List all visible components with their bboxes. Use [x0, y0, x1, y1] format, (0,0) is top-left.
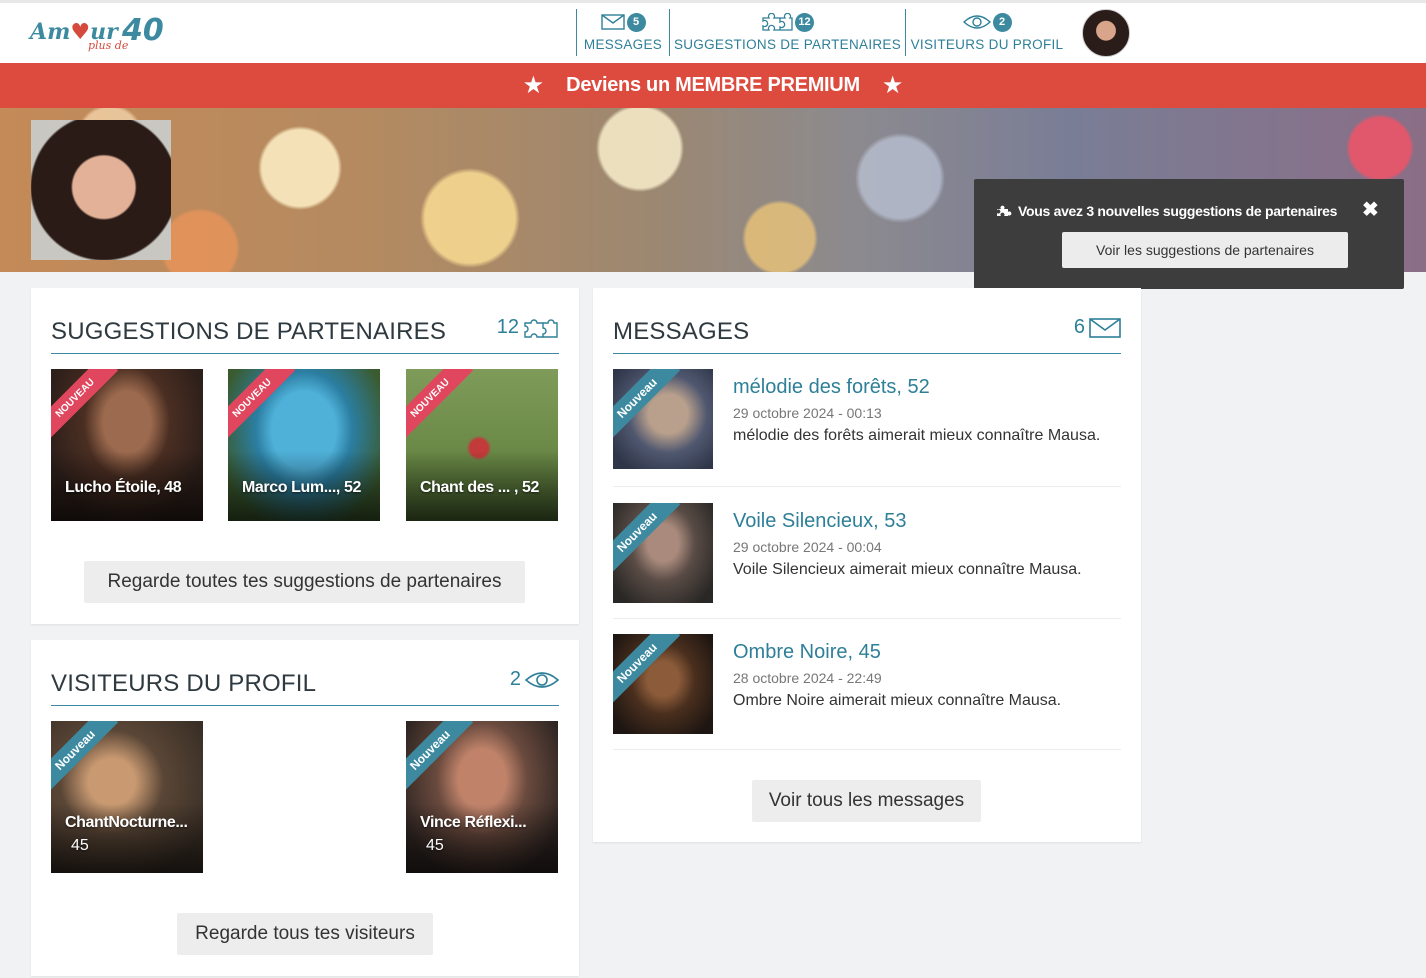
message-avatar: Nouveau — [613, 503, 713, 603]
all-messages-button[interactable]: Voir tous les messages — [752, 780, 981, 822]
new-ribbon: Nouveau — [613, 503, 681, 576]
messages-count-value: 6 — [1073, 316, 1085, 338]
new-ribbon: Nouveau — [51, 721, 119, 794]
all-visitors-button[interactable]: Regarde tous tes visiteurs — [177, 913, 433, 955]
visitor-age: 45 — [426, 837, 444, 854]
user-avatar[interactable] — [1082, 9, 1130, 57]
messages-title: MESSAGES — [613, 318, 750, 345]
close-icon[interactable]: ✖ — [1362, 197, 1379, 222]
nav-visitors[interactable]: 2 VISITEURS DU PROFIL — [906, 7, 1068, 57]
visitors-count-value: 2 — [509, 668, 521, 690]
message-text: Voile Silencieux aimerait mieux connaîtr… — [733, 561, 1082, 578]
nav-suggestions[interactable]: 12 SUGGESTIONS DE PARTENAIRES — [670, 7, 905, 57]
visitor-tile[interactable]: Nouveau Vince Réflexi... 45 — [406, 721, 558, 873]
suggestions-header: SUGGESTIONS DE PARTENAIRES 12 — [51, 314, 559, 354]
suggestion-name: Lucho Étoile, 48 — [65, 479, 182, 496]
message-item[interactable]: Nouveau Voile Silencieux, 53 29 octobre … — [613, 503, 1121, 619]
new-ribbon: Nouveau — [613, 634, 681, 707]
suggestions-count[interactable]: 12 — [497, 316, 559, 339]
star-icon: ★ — [522, 71, 545, 99]
message-sender[interactable]: mélodie des forêts, 52 — [733, 376, 930, 399]
message-date: 29 octobre 2024 - 00:13 — [733, 405, 882, 421]
visitors-title: VISITEURS DU PROFIL — [51, 670, 317, 697]
new-ribbon: NOUVEAU — [406, 369, 474, 442]
messages-count-badge: 5 — [626, 12, 646, 32]
messages-header: MESSAGES 6 — [613, 314, 1121, 354]
suggestion-tile[interactable]: NOUVEAU Lucho Étoile, 48 — [51, 369, 203, 521]
visitors-count-badge: 2 — [992, 12, 1012, 32]
view-suggestions-button[interactable]: Voir les suggestions de partenaires — [1062, 232, 1348, 268]
nav-messages-label: MESSAGES — [583, 37, 663, 52]
message-item[interactable]: Nouveau mélodie des forêts, 52 29 octobr… — [613, 369, 1121, 487]
profile-photo[interactable] — [31, 120, 171, 260]
suggestions-count-badge: 12 — [795, 12, 814, 32]
suggestion-name: Chant des ... , 52 — [420, 479, 540, 496]
eye-icon — [525, 671, 559, 688]
nav-visitors-label: VISITEURS DU PROFIL — [910, 37, 1064, 52]
visitors-count[interactable]: 2 — [510, 668, 559, 691]
visitor-name: ChantNocturne... — [65, 814, 188, 831]
new-ribbon: Nouveau — [613, 369, 681, 442]
nav-messages[interactable]: 5 MESSAGES — [577, 7, 669, 57]
toast-message: Vous avez 3 nouvelles suggestions de par… — [1018, 203, 1338, 219]
envelope-icon — [600, 14, 625, 30]
messages-count[interactable]: 6 — [1074, 316, 1121, 339]
message-avatar: Nouveau — [613, 369, 713, 469]
visitor-name: Vince Réflexi... — [420, 814, 527, 831]
new-ribbon: NOUVEAU — [51, 369, 119, 442]
message-item[interactable]: Nouveau Ombre Noire, 45 28 octobre 2024 … — [613, 634, 1121, 750]
premium-label: Deviens un MEMBRE PREMIUM — [566, 74, 860, 96]
message-sender[interactable]: Ombre Noire, 45 — [733, 641, 881, 664]
message-sender[interactable]: Voile Silencieux, 53 — [733, 510, 906, 533]
suggestions-count-value: 12 — [496, 316, 519, 338]
premium-banner[interactable]: ★ Deviens un MEMBRE PREMIUM ★ — [0, 63, 1426, 108]
suggestions-title: SUGGESTIONS DE PARTENAIRES — [51, 318, 447, 345]
messages-card: MESSAGES 6 Nouveau mélodie des forêts, 5… — [593, 288, 1141, 842]
puzzle-icon — [762, 13, 793, 31]
suggestion-tile[interactable]: NOUVEAU Marco Lum..., 52 — [228, 369, 380, 521]
envelope-icon — [1089, 317, 1121, 338]
site-logo[interactable]: Am♥ur plus de 40 — [30, 13, 165, 57]
visitor-tile[interactable]: Nouveau ChantNocturne... 45 — [51, 721, 203, 873]
puzzle-icon — [997, 205, 1012, 216]
eye-icon — [962, 15, 991, 29]
visitors-card: VISITEURS DU PROFIL 2 Nouveau ChantNoctu… — [31, 640, 579, 976]
puzzle-icon — [524, 318, 558, 338]
message-avatar: Nouveau — [613, 634, 713, 734]
suggestion-name: Marco Lum..., 52 — [242, 479, 361, 496]
all-suggestions-button[interactable]: Regarde toutes tes suggestions de parten… — [84, 561, 525, 603]
message-date: 29 octobre 2024 - 00:04 — [733, 539, 882, 555]
visitor-age: 45 — [71, 837, 89, 854]
logo-number: 40 — [122, 13, 164, 48]
new-ribbon: Nouveau — [406, 721, 474, 794]
message-text: mélodie des forêts aimerait mieux connaî… — [733, 427, 1101, 444]
suggestions-card: SUGGESTIONS DE PARTENAIRES 12 NOUVEAU Lu… — [31, 288, 579, 624]
notification-toast: Vous avez 3 nouvelles suggestions de par… — [974, 179, 1404, 289]
message-date: 28 octobre 2024 - 22:49 — [733, 670, 882, 686]
new-ribbon: NOUVEAU — [228, 369, 296, 442]
message-text: Ombre Noire aimerait mieux connaître Mau… — [733, 692, 1062, 709]
visitors-header: VISITEURS DU PROFIL 2 — [51, 666, 559, 706]
star-icon: ★ — [881, 71, 904, 99]
suggestion-tile[interactable]: NOUVEAU Chant des ... , 52 — [406, 369, 558, 521]
nav-suggestions-label: SUGGESTIONS DE PARTENAIRES — [673, 37, 902, 52]
